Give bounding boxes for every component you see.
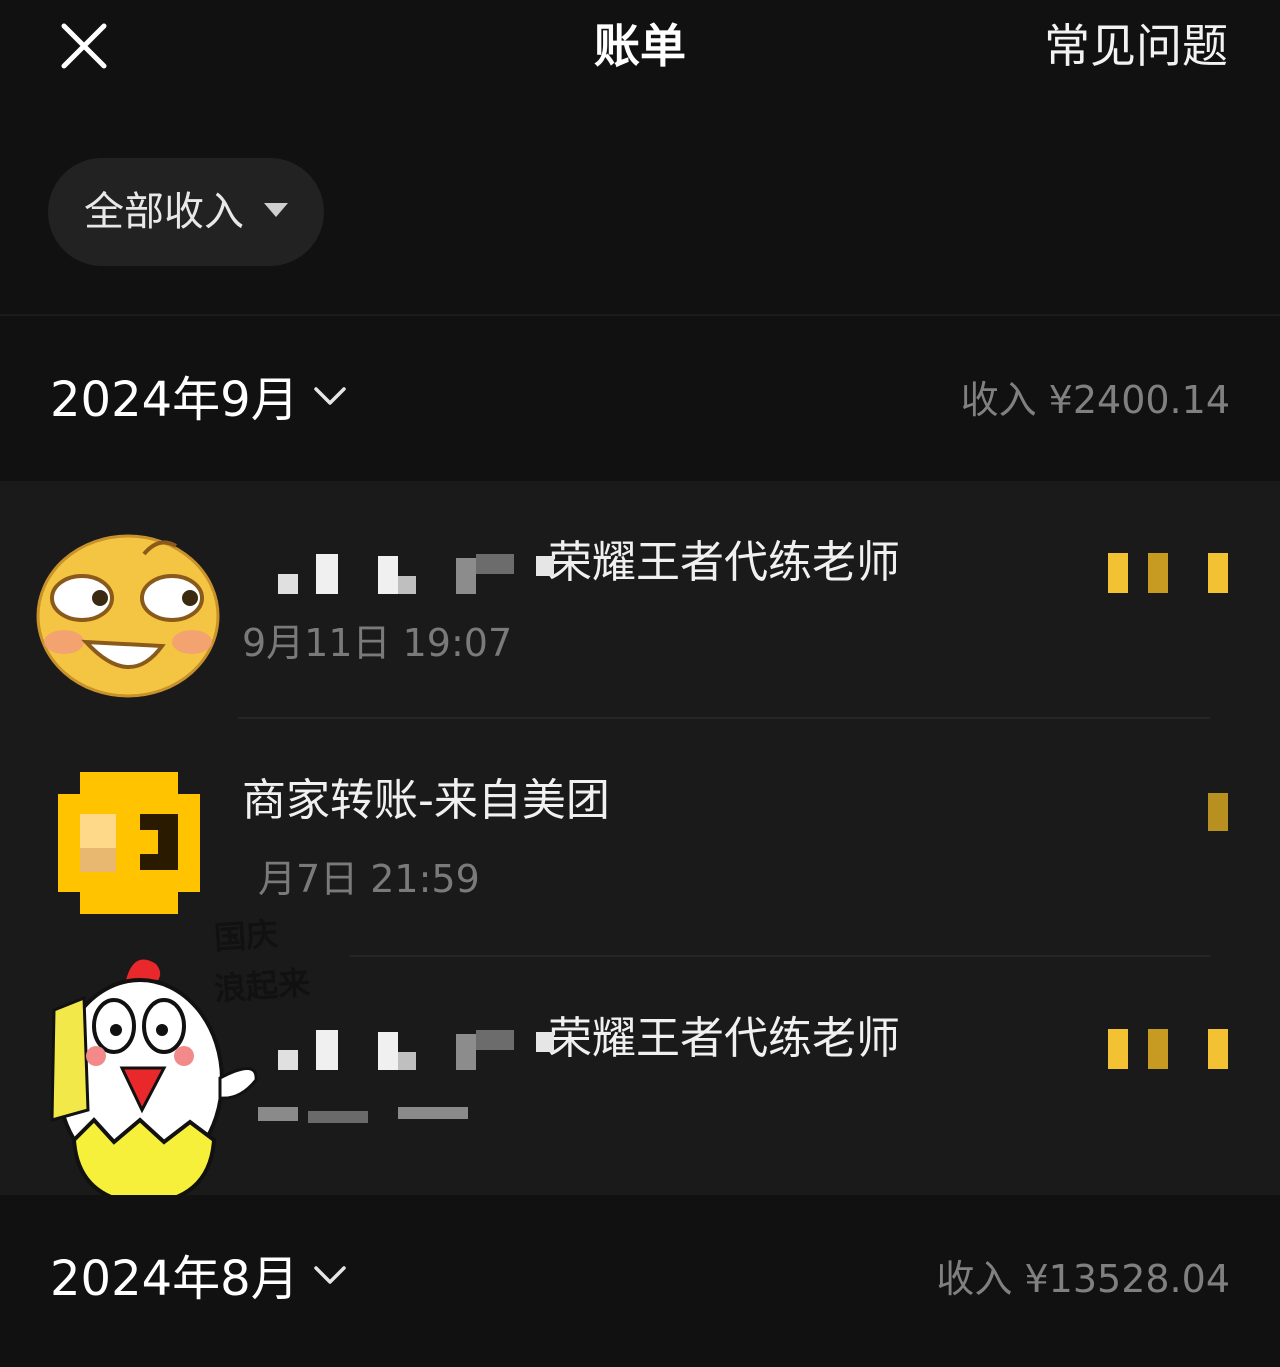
month-header-september: 2024年9月 收入 ¥2400.14 — [0, 338, 1280, 458]
month-income-total: 收入 ¥13528.04 — [936, 1257, 1230, 1301]
transaction-title: 荣耀王者代练老师 — [548, 1013, 900, 1064]
transaction-title: 商家转账-来自美团 — [242, 775, 610, 826]
faq-link[interactable]: 常见问题 — [1044, 14, 1228, 78]
smirk-emoji-avatar-icon — [36, 534, 220, 698]
transaction-time: 9月11日 19:07 — [242, 621, 513, 665]
month-label[interactable]: 2024年9月 — [50, 368, 299, 432]
chevron-down-icon[interactable] — [312, 384, 348, 408]
sticker-caption-line1: 国庆 — [212, 914, 280, 958]
transaction-title: 荣耀王者代练老师 — [548, 537, 900, 588]
amount-redacted-icon — [1108, 1029, 1228, 1069]
income-filter-dropdown[interactable]: 全部收入 — [48, 158, 324, 266]
section-divider — [0, 314, 1280, 316]
redacted-name-icon — [278, 1030, 554, 1070]
sticker-caption-line2: 浪起来 — [212, 963, 312, 1009]
filter-label: 全部收入 — [84, 189, 244, 235]
month-section-august: 2024年8月 收入 ¥13528.04 — [0, 1195, 1280, 1367]
top-nav-bar: 账单 常见问题 — [0, 0, 1280, 100]
month-label[interactable]: 2024年8月 — [50, 1247, 299, 1311]
month-income-total: 收入 ¥2400.14 — [960, 378, 1230, 422]
redacted-name-icon — [278, 554, 554, 594]
month-header-august: 2024年8月 收入 ¥13528.04 — [0, 1217, 1280, 1337]
amount-redacted-icon — [1108, 553, 1228, 593]
chevron-down-icon[interactable] — [312, 1263, 348, 1287]
transaction-time: 月7日 21:59 — [258, 857, 480, 901]
amount-redacted-icon — [1208, 793, 1228, 831]
caret-down-icon — [264, 203, 288, 217]
meituan-logo-icon — [58, 772, 200, 914]
redacted-time-icon — [258, 1107, 468, 1123]
